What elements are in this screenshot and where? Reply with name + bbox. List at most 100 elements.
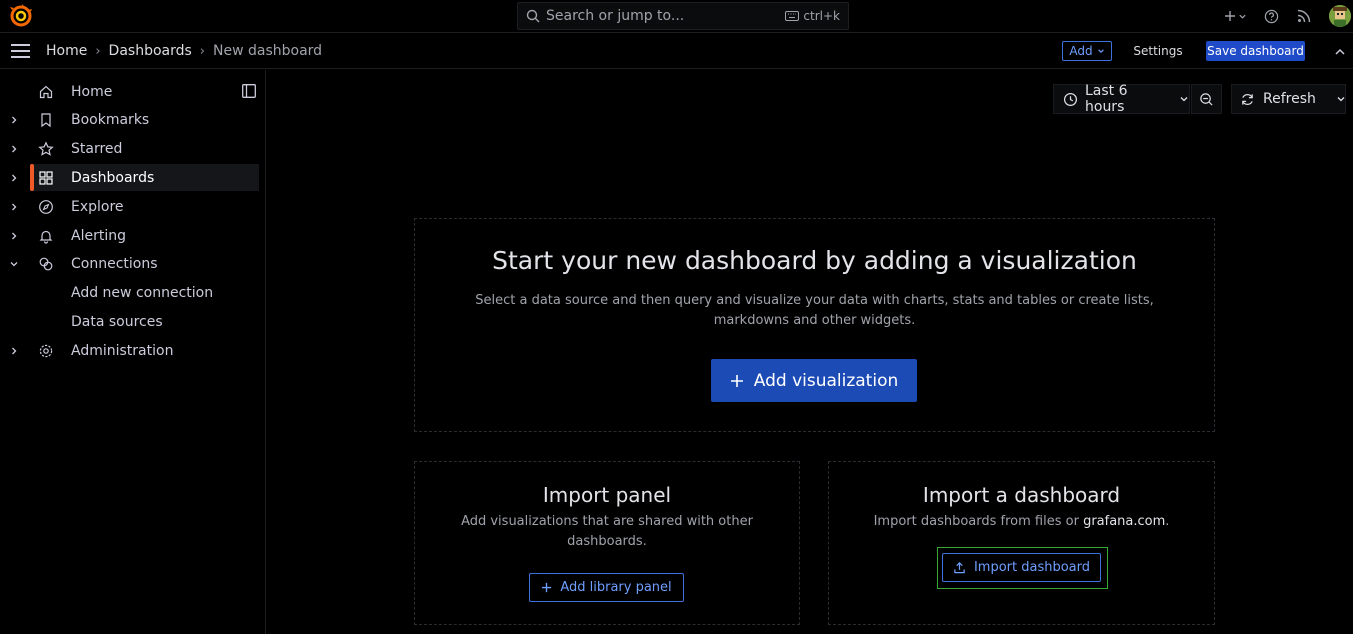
import-panel-description-line: Add visualizations that are shared with … [461, 514, 753, 529]
empty-state-description-line: Select a data source and then query and … [475, 293, 1154, 308]
add-library-panel-button[interactable]: Add library panel [529, 573, 684, 602]
sidebar-item-bookmarks[interactable]: Bookmarks [0, 106, 260, 133]
import-dashboard-title: Import a dashboard [922, 483, 1121, 507]
import-panel-title: Import panel [542, 483, 672, 507]
add-button-label: Add [1069, 44, 1093, 58]
sidebar-item-add-new-connection[interactable]: Add new connection [0, 279, 260, 306]
breadcrumb-bar: Home › Dashboards › New dashboard Add Se… [0, 33, 1353, 69]
home-icon [38, 84, 54, 100]
chevron-down-icon [1238, 12, 1247, 21]
import-dashboard-description-text: Import dashboards from files or [873, 514, 1084, 529]
add-button[interactable]: Add [1062, 41, 1112, 61]
chevron-right-icon[interactable] [8, 172, 20, 184]
sidebar-expand-dashboards[interactable] [0, 164, 30, 191]
search-placeholder: Search or jump to... [546, 8, 685, 24]
add-visualization-label: Add visualization [753, 370, 899, 391]
sidebar-item-label: Explore [71, 198, 124, 215]
search-input[interactable]: Search or jump to... ctrl+k [517, 2, 849, 30]
search-icon [526, 9, 540, 23]
sidebar-item-label: Alerting [71, 227, 126, 244]
plus-icon [1224, 10, 1236, 22]
top-bar: Search or jump to... ctrl+k [0, 0, 1353, 33]
chevron-right-icon[interactable] [8, 114, 20, 126]
chevron-right-icon: › [199, 43, 205, 59]
breadcrumb-current: New dashboard [213, 43, 323, 59]
add-visualization-button[interactable]: Add visualization [711, 359, 917, 402]
sidebar-item-administration[interactable]: Administration [0, 337, 260, 364]
apps-icon [38, 170, 54, 186]
empty-state-panel: Start your new dashboard by adding a vis… [414, 218, 1215, 432]
plus-icon [541, 582, 552, 593]
chevron-right-icon[interactable] [8, 345, 20, 357]
plus-icon [730, 374, 744, 388]
import-dashboard-card: Import a dashboard Import dashboards fro… [828, 461, 1215, 625]
chevron-down-icon [1179, 94, 1189, 104]
bookmark-icon [38, 112, 54, 128]
focus-highlight [937, 547, 1108, 589]
sync-icon [1240, 92, 1255, 107]
breadcrumb-dashboards[interactable]: Dashboards [109, 43, 192, 59]
star-icon [38, 140, 54, 157]
rss-icon[interactable] [1289, 9, 1319, 23]
chevron-down-icon[interactable] [1336, 94, 1346, 104]
refresh-label: Refresh [1263, 91, 1316, 107]
empty-state-title: Start your new dashboard by adding a vis… [492, 246, 1137, 275]
grafana-logo-icon[interactable] [9, 4, 33, 28]
sidebar-item-label: Home [71, 83, 113, 100]
chevron-right-icon[interactable] [8, 230, 20, 242]
sidebar-item-explore[interactable]: Explore [0, 193, 260, 220]
import-panel-card: Import panel Add visualizations that are… [414, 461, 800, 625]
time-range-label: Last 6 hours [1085, 83, 1128, 115]
breadcrumb-home[interactable]: Home [46, 43, 87, 59]
zoom-out-button[interactable] [1191, 84, 1222, 114]
grafana-com-link[interactable]: grafana.com [1083, 514, 1165, 529]
compass-icon [38, 199, 54, 215]
sidebar-item-connections[interactable]: Connections [0, 250, 260, 277]
search-shortcut: ctrl+k [785, 9, 840, 23]
add-library-panel-label: Add library panel [560, 580, 672, 595]
chevron-right-icon[interactable] [8, 143, 20, 155]
breadcrumb: Home › Dashboards › New dashboard [46, 33, 322, 69]
active-indicator [30, 164, 34, 191]
chevron-down-icon [1097, 47, 1105, 55]
time-range-picker[interactable]: Last 6 hours [1053, 83, 1190, 115]
sidebar-item-label: Bookmarks [71, 111, 150, 128]
bell-icon [38, 228, 54, 244]
import-panel-description: Add visualizations that are shared with … [415, 512, 799, 552]
empty-state-description-line: markdowns and other widgets. [713, 313, 916, 328]
refresh-button[interactable]: Refresh [1231, 84, 1346, 114]
chevron-down-icon[interactable] [8, 258, 20, 270]
description-suffix: . [1165, 514, 1170, 529]
top-right-icons [1217, 0, 1353, 32]
sidebar-item-label: Connections [71, 255, 158, 272]
sidebar-item-data-sources[interactable]: Data sources [0, 308, 260, 335]
empty-state-description: Select a data source and then query and … [415, 291, 1214, 331]
shortcut-label: ctrl+k [803, 9, 840, 23]
sidebar-item-home[interactable]: Home [0, 78, 260, 105]
avatar[interactable] [1329, 5, 1351, 27]
new-menu-button[interactable] [1217, 10, 1253, 22]
chevron-up-icon[interactable] [1332, 44, 1348, 60]
sidebar-item-label: Starred [71, 140, 123, 157]
settings-button[interactable]: Settings [1126, 41, 1190, 61]
sidebar-item-label: Data sources [71, 313, 163, 330]
sidebar-item-starred[interactable]: Starred [0, 135, 260, 162]
save-dashboard-button[interactable]: Save dashboard [1206, 41, 1305, 61]
sidebar-item-dashboards[interactable]: Dashboards [30, 164, 259, 191]
help-icon[interactable] [1253, 9, 1289, 24]
sidebar: Home Bookmarks Starred Dashboards Explor… [0, 70, 266, 634]
keyboard-icon [785, 11, 800, 21]
zoom-out-icon [1199, 92, 1214, 107]
chevron-right-icon[interactable] [8, 201, 20, 213]
sidebar-item-label: Administration [71, 342, 174, 359]
sidebar-item-label: Dashboards [71, 169, 155, 186]
cog-icon [38, 343, 54, 359]
import-dashboard-description: Import dashboards from files or grafana.… [829, 512, 1214, 532]
link-icon [38, 256, 54, 272]
chevron-right-icon: › [95, 43, 101, 59]
menu-toggle-icon[interactable] [10, 42, 31, 60]
sidebar-item-alerting[interactable]: Alerting [0, 222, 260, 249]
clock-icon [1063, 92, 1078, 107]
sidebar-item-label: Add new connection [71, 284, 214, 301]
import-panel-description-line: dashboards. [567, 534, 647, 549]
